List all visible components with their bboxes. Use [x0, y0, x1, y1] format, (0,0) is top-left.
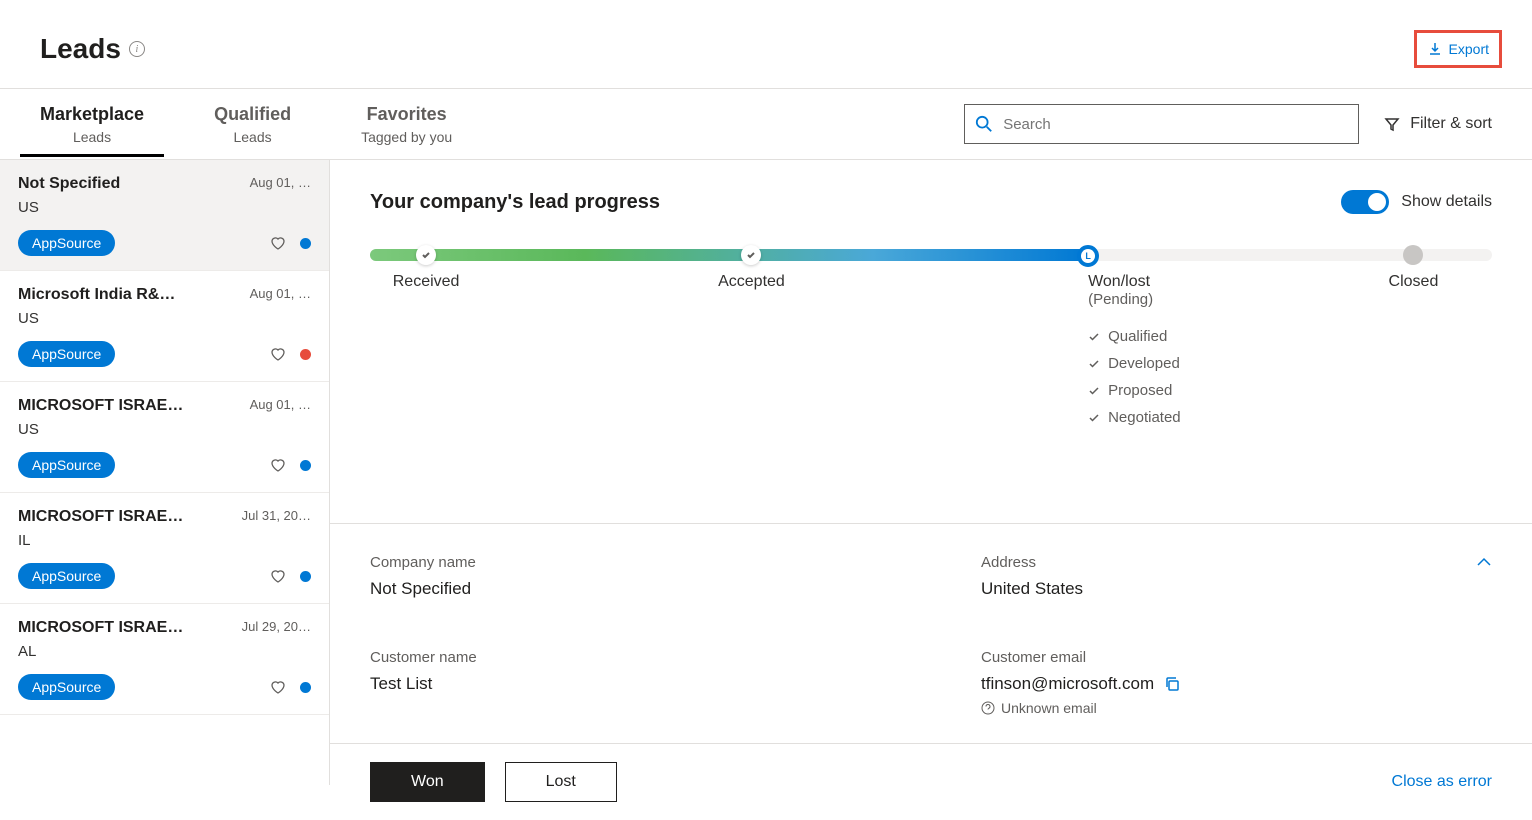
page-title: Leads	[40, 33, 121, 65]
filter-icon	[1384, 116, 1400, 132]
source-badge: AppSource	[18, 341, 115, 367]
detail-panel: Your company's lead progress Show detail…	[330, 160, 1532, 785]
lost-button[interactable]: Lost	[505, 762, 617, 802]
lead-location: US	[18, 199, 311, 216]
lead-name: MICROSOFT ISRAE…	[18, 508, 183, 526]
filter-sort-button[interactable]: Filter & sort	[1384, 115, 1492, 133]
lead-date: Aug 01, …	[250, 286, 311, 301]
lead-name: MICROSOFT ISRAE…	[18, 619, 183, 637]
stage-closed-label: Closed	[1389, 273, 1439, 291]
tab-marketplace[interactable]: MarketplaceLeads	[40, 104, 144, 157]
leads-list[interactable]: Not Specified Aug 01, … US AppSource Mic…	[0, 160, 330, 785]
lead-item[interactable]: Microsoft India R&… Aug 01, … US AppSour…	[0, 271, 329, 382]
search-input[interactable]	[1003, 116, 1348, 133]
favorite-icon[interactable]	[270, 235, 286, 251]
lead-item[interactable]: MICROSOFT ISRAE… Jul 31, 20… IL AppSourc…	[0, 493, 329, 604]
stage-wonlost-label: Won/lost	[1088, 273, 1181, 291]
lead-item[interactable]: MICROSOFT ISRAE… Jul 29, 20… AL AppSourc…	[0, 604, 329, 715]
lead-date: Jul 31, 20…	[242, 508, 311, 523]
source-badge: AppSource	[18, 230, 115, 256]
address-value: United States	[981, 579, 1492, 599]
close-as-error-link[interactable]: Close as error	[1392, 773, 1492, 791]
tab-favorites[interactable]: FavoritesTagged by you	[361, 104, 452, 157]
lead-location: AL	[18, 643, 311, 660]
search-box[interactable]	[964, 104, 1359, 144]
lead-item[interactable]: Not Specified Aug 01, … US AppSource	[0, 160, 329, 271]
source-badge: AppSource	[18, 563, 115, 589]
download-icon	[1427, 41, 1443, 57]
favorite-icon[interactable]	[270, 457, 286, 473]
stage-received-label: Received	[393, 273, 460, 291]
question-icon	[981, 701, 995, 715]
stage-wonlost-sub: (Pending)	[1088, 291, 1181, 308]
lead-name: Not Specified	[18, 175, 120, 193]
status-dot	[300, 571, 311, 582]
checklist-item: Proposed	[1088, 382, 1181, 399]
checklist-item: Negotiated	[1088, 409, 1181, 426]
collapse-button[interactable]	[1476, 554, 1492, 570]
checklist-item: Developed	[1088, 355, 1181, 372]
tab-qualified[interactable]: QualifiedLeads	[214, 104, 291, 157]
copy-icon[interactable]	[1164, 676, 1180, 692]
status-dot	[300, 349, 311, 360]
export-button[interactable]: Export	[1414, 30, 1502, 68]
stage-accepted-label: Accepted	[718, 273, 785, 291]
source-badge: AppSource	[18, 452, 115, 478]
lead-item[interactable]: MICROSOFT ISRAE… Aug 01, … US AppSource	[0, 382, 329, 493]
favorite-icon[interactable]	[270, 346, 286, 362]
customer-email-value: tfinson@microsoft.com	[981, 674, 1154, 694]
company-name-value: Not Specified	[370, 579, 881, 599]
lead-date: Aug 01, …	[250, 397, 311, 412]
email-status: Unknown email	[1001, 700, 1097, 716]
favorite-icon[interactable]	[270, 679, 286, 695]
status-dot	[300, 682, 311, 693]
source-badge: AppSource	[18, 674, 115, 700]
address-label: Address	[981, 554, 1492, 571]
lead-location: US	[18, 310, 311, 327]
show-details-toggle[interactable]	[1341, 190, 1389, 214]
progress-bar: L	[370, 249, 1492, 261]
won-button[interactable]: Won	[370, 762, 485, 802]
stage-node-closed	[1403, 245, 1423, 265]
stage-node-wonlost: L	[1077, 245, 1099, 267]
customer-email-label: Customer email	[981, 649, 1492, 666]
stage-node-received	[416, 245, 436, 265]
lead-location: IL	[18, 532, 311, 549]
stage-node-accepted	[741, 245, 761, 265]
customer-name-label: Customer name	[370, 649, 881, 666]
lead-name: MICROSOFT ISRAE…	[18, 397, 183, 415]
progress-title: Your company's lead progress	[370, 191, 660, 214]
lead-location: US	[18, 421, 311, 438]
company-name-label: Company name	[370, 554, 881, 571]
show-details-label: Show details	[1401, 193, 1492, 211]
checklist-item: Qualified	[1088, 328, 1181, 345]
status-dot	[300, 460, 311, 471]
info-icon[interactable]: i	[129, 41, 145, 57]
customer-name-value: Test List	[370, 674, 881, 694]
status-dot	[300, 238, 311, 249]
favorite-icon[interactable]	[270, 568, 286, 584]
lead-date: Aug 01, …	[250, 175, 311, 190]
lead-date: Jul 29, 20…	[242, 619, 311, 634]
lead-name: Microsoft India R&…	[18, 286, 175, 304]
search-icon	[975, 115, 993, 133]
